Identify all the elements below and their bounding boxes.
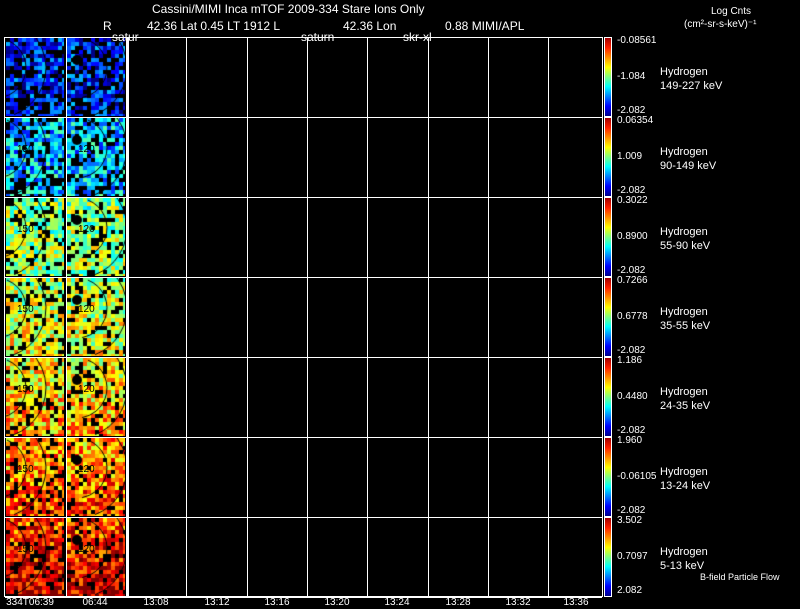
contour-label: 120 — [78, 304, 95, 315]
contour-label: 120 — [78, 464, 95, 475]
energy-range: 5-13 keV — [660, 560, 705, 572]
colorbar — [604, 517, 612, 597]
x-tick-label: 13:12 — [204, 597, 230, 608]
species-name: Hydrogen — [660, 226, 708, 238]
x-tick-label: 13:24 — [384, 597, 410, 608]
contour-label: 150 — [17, 544, 34, 555]
contour-label: 120 — [78, 144, 95, 155]
species-label: Hydrogen 13-24 keV — [660, 465, 710, 493]
contour-label: 150 — [17, 304, 34, 315]
x-tick-label: 06:44 — [82, 597, 108, 608]
x-tick-label: 13:28 — [445, 597, 471, 608]
species-name: Hydrogen — [660, 386, 708, 398]
x-tick-label: 13:16 — [264, 597, 290, 608]
inca-image — [6, 438, 64, 516]
inca-image — [67, 438, 125, 516]
colorbar-mid-label: 1.009 — [617, 151, 643, 162]
contour-label: 150 — [17, 464, 34, 475]
colorbar-max-label: 3.502 — [617, 515, 643, 526]
energy-range: 13-24 keV — [660, 480, 711, 492]
energy-range: 90-149 keV — [660, 160, 717, 172]
colorbar-mid-label: 0.6778 — [617, 311, 648, 322]
x-tick-label: 13:36 — [563, 597, 589, 608]
units-label-2: (cm²-sr-s-keV)⁻¹ — [684, 19, 757, 30]
x-tick-label: 13:20 — [324, 597, 350, 608]
units-label-1: Log Cnts — [711, 6, 752, 17]
contour-label: 120 — [78, 224, 95, 235]
species-name: Hydrogen — [660, 66, 708, 78]
colorbar-max-label: -0.08561 — [617, 35, 657, 46]
plot-title: Cassini/MIMI Inca mTOF 2009-334 Stare Io… — [152, 2, 425, 16]
colorbar-mid-label: -0.06105 — [617, 471, 657, 482]
colorbar-max-label: 0.7266 — [617, 275, 648, 286]
inca-image — [6, 118, 64, 196]
b-field-note: B-field Particle Flow — [700, 572, 780, 582]
colorbar — [604, 437, 612, 517]
plot-area: 150 120 150 120 150 120 150 120 150 120 150 120 — [4, 37, 603, 598]
species-name: Hydrogen — [660, 466, 708, 478]
species-label: Hydrogen 24-35 keV — [660, 385, 710, 413]
event-marker-saturn: saturn — [301, 30, 335, 44]
colorbar-max-label: 1.186 — [617, 355, 643, 366]
panel-row: 150 120 — [5, 358, 602, 438]
info-value: 0.88 MIMI/APL — [445, 19, 525, 33]
inca-image — [67, 198, 125, 276]
inca-image — [6, 358, 64, 436]
colorbar — [604, 37, 612, 117]
species-name: Hydrogen — [660, 146, 708, 158]
inca-image — [67, 518, 125, 596]
inca-image — [6, 198, 64, 276]
inca-image — [67, 358, 125, 436]
colorbar — [604, 117, 612, 197]
event-marker-skr: skr-xl — [403, 30, 432, 44]
colorbar-mid-label: -1.084 — [617, 71, 646, 82]
info-position: 42.36 Lat 0.45 LT 1912 L — [147, 19, 281, 33]
species-label: Hydrogen 35-55 keV — [660, 305, 710, 333]
energy-range: 24-35 keV — [660, 400, 711, 412]
energy-range: 149-227 keV — [660, 80, 723, 92]
panel-row: 150 120 — [5, 118, 602, 198]
colorbar — [604, 277, 612, 357]
contour-label: 150 — [17, 144, 34, 155]
panel-row — [5, 38, 602, 118]
inca-image — [6, 38, 64, 116]
contour-label: 150 — [17, 224, 34, 235]
energy-range: 55-90 keV — [660, 240, 711, 252]
contour-label: 120 — [78, 544, 95, 555]
contour-label: 150 — [17, 384, 34, 395]
panel-row: 150 120 — [5, 518, 602, 598]
colorbar-max-label: 0.3022 — [617, 195, 648, 206]
species-label: Hydrogen 5-13 keV — [660, 545, 708, 573]
inca-image — [67, 38, 125, 116]
x-tick-label: 13:32 — [505, 597, 531, 608]
panel-row: 150 120 — [5, 198, 602, 278]
colorbar-mid-label: 0.4480 — [617, 391, 648, 402]
event-marker-satur: satur — [112, 30, 139, 44]
panel-row: 150 120 — [5, 438, 602, 518]
colorbar-max-label: 0.06354 — [617, 115, 654, 126]
colorbar-max-label: 1.960 — [617, 435, 643, 446]
info-r: R — [103, 19, 112, 33]
x-tick-label: 334T06:39 — [6, 597, 54, 608]
info-lon: 42.36 Lon — [343, 19, 397, 33]
colorbar-min-label: 2.082 — [617, 585, 643, 596]
inca-image — [67, 278, 125, 356]
colorbar-mid-label: 0.8900 — [617, 231, 648, 242]
contour-label: 120 — [78, 384, 95, 395]
energy-range: 35-55 keV — [660, 320, 711, 332]
colorbar-mid-label: 0.7097 — [617, 551, 648, 562]
inca-image — [6, 278, 64, 356]
panel-row: 150 120 — [5, 278, 602, 358]
species-label: Hydrogen 149-227 keV — [660, 65, 722, 93]
inca-image — [6, 518, 64, 596]
species-name: Hydrogen — [660, 306, 708, 318]
colorbar — [604, 357, 612, 437]
species-name: Hydrogen — [660, 546, 708, 558]
x-tick-label: 13:08 — [143, 597, 169, 608]
inca-image — [67, 118, 125, 196]
colorbar — [604, 197, 612, 277]
species-label: Hydrogen 90-149 keV — [660, 145, 716, 173]
species-label: Hydrogen 55-90 keV — [660, 225, 710, 253]
